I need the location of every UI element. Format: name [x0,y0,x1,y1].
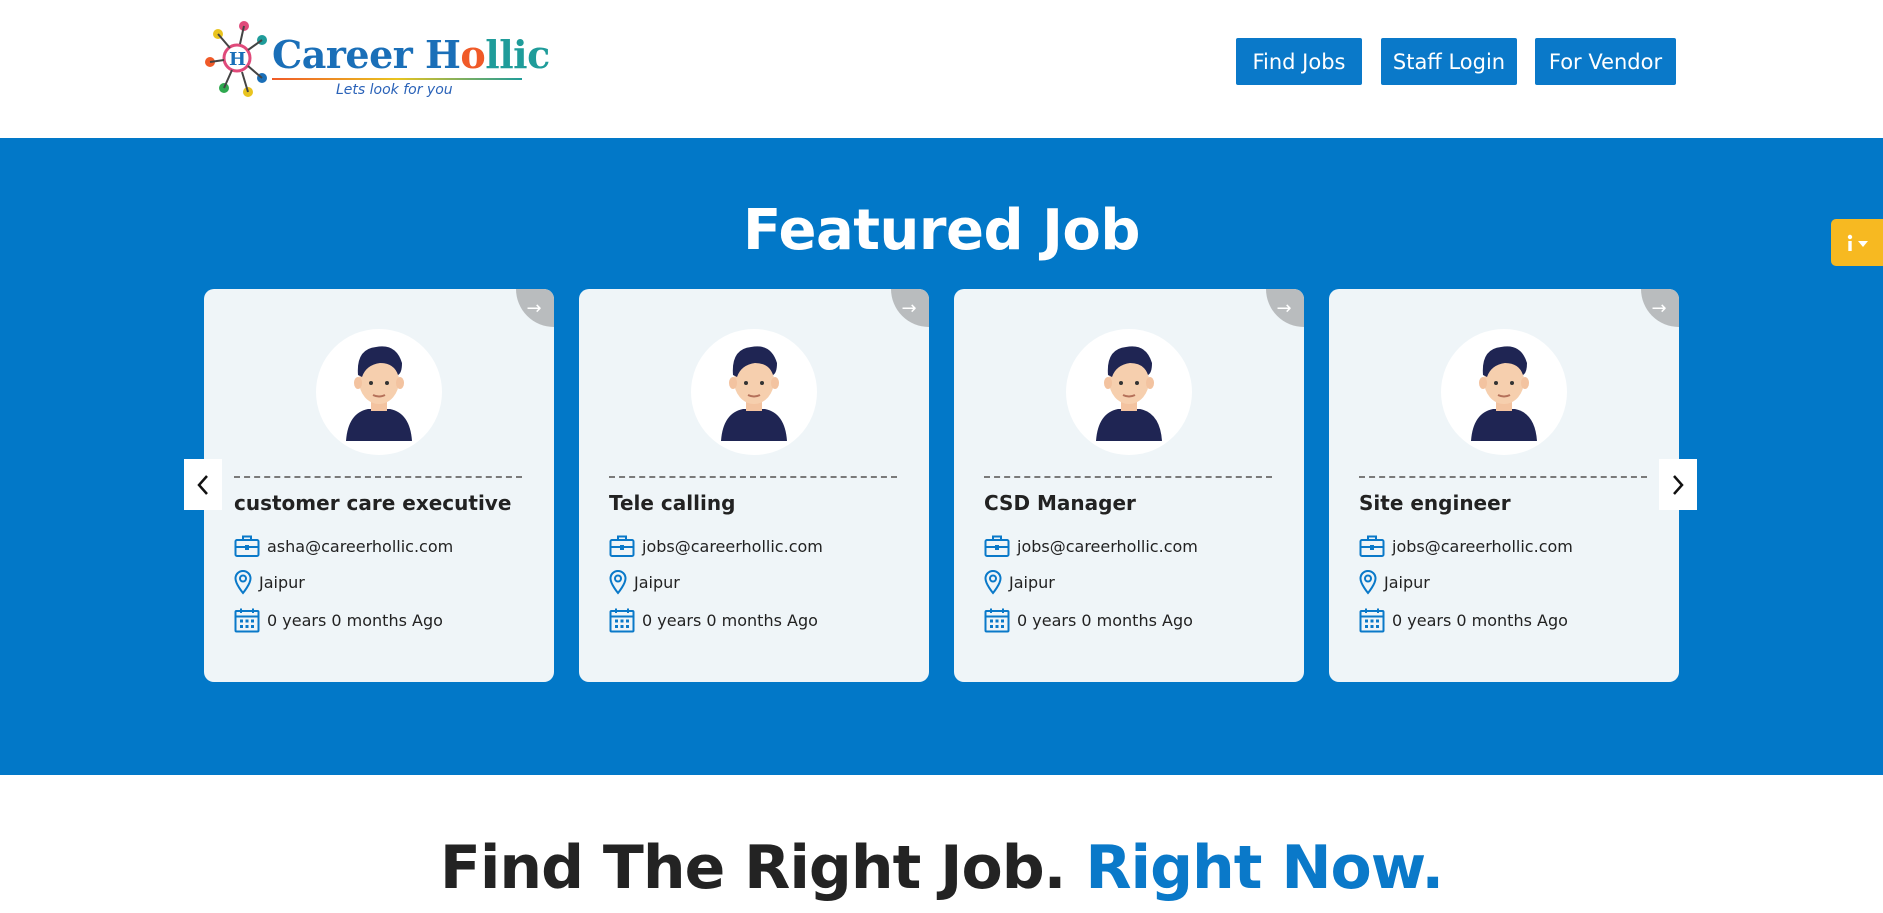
options-dropdown-icon [1847,234,1868,251]
find-jobs-button[interactable]: Find Jobs [1236,38,1362,85]
calendar-icon [609,607,635,633]
job-email-row: jobs@careerhollic.com [1359,533,1573,559]
chevron-left-icon [197,474,208,495]
briefcase-icon [234,533,260,559]
person-avatar-icon [1096,346,1162,441]
calendar-icon [234,607,260,633]
job-card[interactable]: → Tele calling jobs@careerhollic.com Jai… [579,289,929,682]
avatar [316,329,442,455]
person-avatar-icon [346,346,412,441]
job-posted: 0 years 0 months Ago [1392,610,1568,630]
job-email-row: jobs@careerhollic.com [609,533,823,559]
arrow-right-icon[interactable]: → [1270,295,1298,323]
carousel-prev-button[interactable] [184,459,222,510]
job-email: asha@careerhollic.com [267,536,454,556]
arrow-right-icon[interactable]: → [520,295,548,323]
card-divider [1359,476,1647,478]
avatar [1441,329,1567,455]
featured-title: Featured Job [743,198,1140,263]
avatar [691,329,817,455]
arrow-right-icon[interactable]: → [895,295,923,323]
job-location: Jaipur [1384,572,1430,592]
logo-underline [272,78,522,80]
for-vendor-button[interactable]: For Vendor [1535,38,1676,85]
avatar [1066,329,1192,455]
logo-tagline: Lets look for you [336,82,453,98]
job-posted-row: 0 years 0 months Ago [984,607,1193,633]
job-location-row: Jaipur [984,569,1055,595]
arrow-right-icon[interactable]: → [1645,295,1673,323]
calendar-icon [1359,607,1385,633]
job-posted-row: 0 years 0 months Ago [609,607,818,633]
job-location: Jaipur [634,572,680,592]
svg-text:H: H [229,49,246,70]
job-location-row: Jaipur [1359,569,1430,595]
logo-title: Career Hollic [272,32,550,77]
job-location: Jaipur [1009,572,1055,592]
heading-part-accent: Right Now. [1085,833,1444,903]
job-email-row: jobs@careerhollic.com [984,533,1198,559]
job-card[interactable]: → CSD Manager jobs@careerhollic.com Jaip… [954,289,1304,682]
carousel-next-button[interactable] [1659,459,1697,510]
job-location: Jaipur [259,572,305,592]
job-email: jobs@careerhollic.com [642,536,823,556]
job-email: jobs@careerhollic.com [1017,536,1198,556]
staff-login-button[interactable]: Staff Login [1381,38,1517,85]
job-posted-row: 0 years 0 months Ago [234,607,443,633]
logo-emblem-icon: H [205,21,267,97]
location-pin-icon [234,569,252,595]
person-avatar-icon [721,346,787,441]
job-location-row: Jaipur [609,569,680,595]
job-posted-row: 0 years 0 months Ago [1359,607,1568,633]
card-divider [234,476,522,478]
job-card[interactable]: → customer care executive asha@careerhol… [204,289,554,682]
job-posted: 0 years 0 months Ago [1017,610,1193,630]
job-email: jobs@careerhollic.com [1392,536,1573,556]
location-pin-icon [1359,569,1377,595]
career-hollic-logo[interactable]: H Career Hollic Lets look for you [204,20,550,102]
side-options-tab[interactable] [1831,219,1883,266]
site-header: H Career Hollic Lets look for you Find J… [0,0,1883,138]
job-title[interactable]: CSD Manager [984,491,1136,515]
job-location-row: Jaipur [234,569,305,595]
card-divider [609,476,897,478]
location-pin-icon [609,569,627,595]
briefcase-icon [984,533,1010,559]
heading-part-dark: Find The Right Job. [439,833,1067,903]
location-pin-icon [984,569,1002,595]
job-posted: 0 years 0 months Ago [267,610,443,630]
job-title[interactable]: Site engineer [1359,491,1511,515]
chevron-right-icon [1673,474,1684,495]
job-title[interactable]: Tele calling [609,491,735,515]
job-card[interactable]: → Site engineer jobs@careerhollic.com Ja… [1329,289,1679,682]
job-title[interactable]: customer care executive [234,491,511,515]
job-email-row: asha@careerhollic.com [234,533,453,559]
job-posted: 0 years 0 months Ago [642,610,818,630]
card-divider [984,476,1272,478]
calendar-icon [984,607,1010,633]
briefcase-icon [1359,533,1385,559]
find-right-job-heading: Find The Right Job. Right Now. [0,838,1883,898]
featured-jobs-section: Featured Job → customer care executive a… [0,138,1883,775]
briefcase-icon [609,533,635,559]
person-avatar-icon [1471,346,1537,441]
